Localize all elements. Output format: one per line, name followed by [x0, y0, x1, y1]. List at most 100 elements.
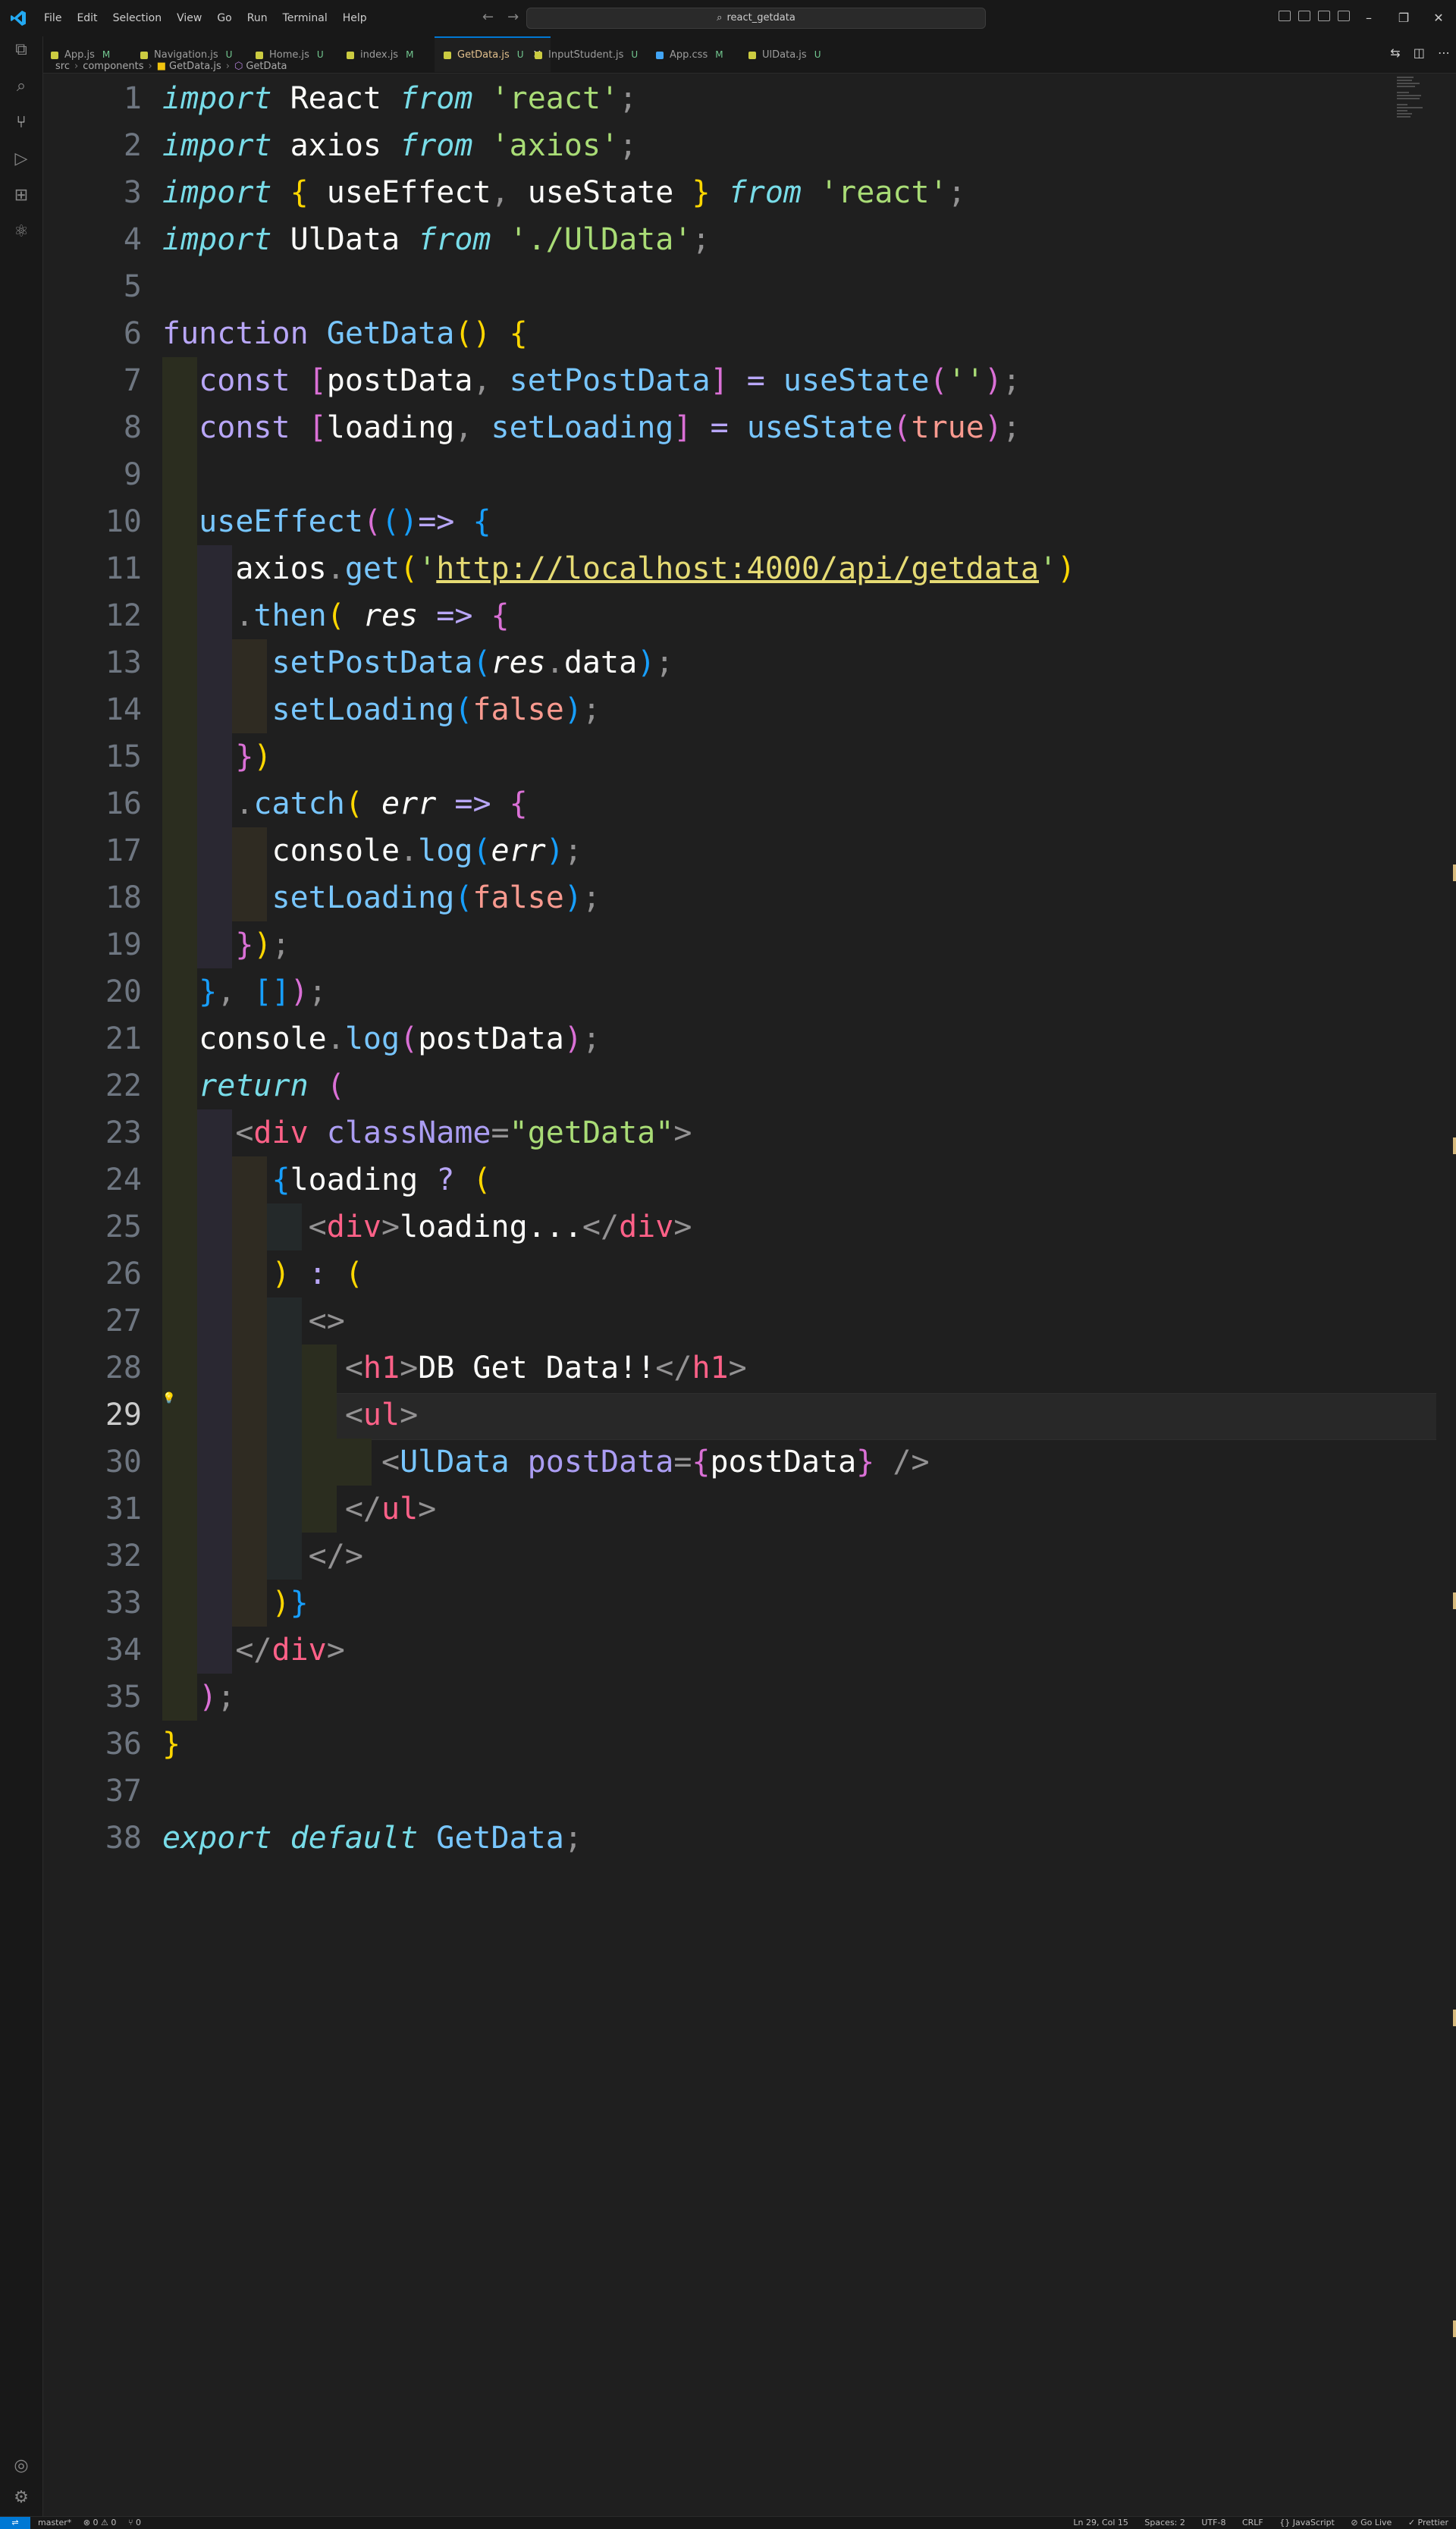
menu-go[interactable]: Go — [209, 12, 239, 24]
account-icon[interactable]: ◎ — [11, 2455, 32, 2477]
menu-edit[interactable]: Edit — [69, 12, 105, 24]
line-number: 19 — [105, 927, 142, 962]
branch-indicator[interactable]: master* — [38, 2518, 71, 2527]
indentation[interactable]: Spaces: 2 — [1144, 2518, 1185, 2527]
problems-indicator[interactable]: ⊗ 0 ⚠ 0 — [83, 2518, 117, 2527]
code-text: setLoading(false); — [271, 880, 601, 915]
code-text: console.log(err); — [271, 833, 582, 868]
tab-inputstudent-js[interactable]: InputStudent.js U — [535, 36, 638, 72]
source-control-icon[interactable]: ⑂ — [11, 112, 32, 133]
code-text: <div>loading...</div> — [308, 1210, 692, 1244]
restore-icon[interactable]: ❐ — [1386, 0, 1421, 36]
code-text: ); — [199, 1680, 236, 1715]
forward-arrow-icon[interactable]: → — [507, 9, 519, 25]
tab-label: App.css — [670, 49, 708, 61]
toggle-secondary-sidebar-icon[interactable] — [1318, 11, 1330, 21]
code-line: 31 </ul> — [43, 1486, 1408, 1533]
code-line: 21 console.log(postData); — [43, 1015, 1408, 1062]
code-line: 23 <div className="getData"> — [43, 1109, 1408, 1156]
code-text: )} — [271, 1586, 309, 1621]
remote-indicator-icon[interactable]: ⇌ — [0, 2517, 30, 2529]
line-number: 2 — [123, 128, 142, 163]
code-line: 7 const [postData, setPostData] = useSta… — [43, 357, 1408, 404]
tab-label: UlData.js — [762, 49, 807, 61]
tab-getdata-js[interactable]: GetData.jsU✕ — [435, 36, 551, 72]
code-line: 22 return ( — [43, 1062, 1408, 1109]
line-number: 1 — [123, 81, 142, 116]
encoding[interactable]: UTF-8 — [1201, 2518, 1225, 2527]
status-right: Ln 29, Col 15 Spaces: 2 UTF-8 CRLF {} Ja… — [1059, 2517, 1448, 2529]
code-editor[interactable]: 💡 1 import React from 'react'; 2 import ax… — [43, 75, 1436, 2502]
breadcrumb-item[interactable]: components — [83, 61, 143, 72]
prettier-status[interactable]: ✓ Prettier — [1408, 2518, 1448, 2527]
code-line: 26 ) : ( — [43, 1250, 1408, 1297]
line-number: 7 — [123, 363, 142, 398]
code-text: export default GetData; — [162, 1821, 582, 1856]
go-live-button[interactable]: ⊘ Go Live — [1351, 2518, 1392, 2527]
cursor-position[interactable]: Ln 29, Col 15 — [1073, 2518, 1128, 2527]
code-line: 32 </> — [43, 1533, 1408, 1580]
explorer-icon[interactable]: ⧉ — [11, 39, 32, 61]
minimize-icon[interactable]: – — [1351, 0, 1386, 36]
menu-view[interactable]: View — [169, 12, 209, 24]
settings-gear-icon[interactable]: ⚙ — [11, 2487, 32, 2509]
code-text: .catch( err => { — [235, 786, 528, 821]
code-line: 38 export default GetData; — [43, 1815, 1408, 1862]
split-editor-icon[interactable]: ◫ — [1414, 45, 1425, 60]
back-arrow-icon[interactable]: ← — [482, 9, 494, 25]
code-text: axios.get('http://localhost:4000/api/get… — [235, 551, 1076, 586]
menu-run[interactable]: Run — [240, 12, 275, 24]
customize-layout-icon[interactable] — [1338, 11, 1350, 21]
minimap[interactable] — [1397, 75, 1442, 136]
compare-icon[interactable]: ⇆ — [1390, 45, 1400, 60]
code-text: function GetData() { — [162, 316, 528, 351]
code-text: }); — [235, 927, 290, 962]
menu-help[interactable]: Help — [335, 12, 375, 24]
menu-selection[interactable]: Selection — [105, 12, 170, 24]
code-text: </ul> — [344, 1492, 437, 1526]
ports-indicator[interactable]: ⑂ 0 — [128, 2518, 141, 2527]
code-text: const [loading, setLoading] = useState(t… — [199, 410, 1021, 445]
tab-uldata-js[interactable]: UlData.js U — [748, 36, 821, 72]
menu-file[interactable]: File — [36, 12, 69, 24]
code-text: </div> — [235, 1633, 345, 1668]
line-number: 20 — [105, 974, 142, 1009]
status-left: master* ⊗ 0 ⚠ 0 ⑂ 0 — [38, 2517, 150, 2529]
code-line: 27 <> — [43, 1297, 1408, 1345]
css-file-icon — [656, 51, 664, 59]
breadcrumb-item[interactable]: GetData — [246, 61, 287, 72]
tab-app-css[interactable]: App.css M — [656, 36, 723, 72]
line-number: 26 — [105, 1257, 142, 1291]
code-text: }, []); — [199, 974, 327, 1009]
breadcrumb-item[interactable]: src — [55, 61, 70, 72]
line-ending[interactable]: CRLF — [1242, 2518, 1263, 2527]
chevron-right-icon: › — [148, 61, 152, 72]
code-line: 12 .then( res => { — [43, 592, 1408, 639]
menu-terminal[interactable]: Terminal — [275, 12, 335, 24]
line-number: 29 — [105, 1398, 142, 1432]
line-number: 8 — [123, 410, 142, 445]
command-center-search[interactable]: ⌕ react_getdata — [526, 8, 986, 29]
tab-status: M — [715, 49, 723, 60]
react-icon[interactable]: ⚛ — [11, 221, 32, 243]
code-line: 30 <UlData postData={postData} /> — [43, 1439, 1408, 1486]
line-number: 10 — [105, 504, 142, 539]
more-actions-icon[interactable]: ⋯ — [1438, 45, 1450, 60]
vscode-logo-icon — [11, 11, 26, 26]
toggle-panel-icon[interactable] — [1298, 11, 1310, 21]
code-line: 20 }, []); — [43, 968, 1408, 1015]
code-text: ) : ( — [271, 1257, 363, 1291]
toggle-primary-sidebar-icon[interactable] — [1279, 11, 1291, 21]
line-number: 14 — [105, 692, 142, 727]
close-window-icon[interactable]: ✕ — [1421, 0, 1456, 36]
code-text: import React from 'react'; — [162, 81, 638, 116]
tab-index-js[interactable]: index.js M — [347, 36, 413, 72]
run-debug-icon[interactable]: ▷ — [11, 149, 32, 170]
extensions-icon[interactable]: ⊞ — [11, 185, 32, 206]
language-mode[interactable]: {} JavaScript — [1279, 2518, 1335, 2527]
function-symbol-icon: ⬡ — [234, 61, 243, 72]
js-file-icon — [444, 51, 451, 59]
line-number: 11 — [105, 551, 142, 586]
search-icon[interactable]: ⌕ — [11, 76, 32, 97]
breadcrumb-item[interactable]: GetData.js — [169, 61, 221, 72]
